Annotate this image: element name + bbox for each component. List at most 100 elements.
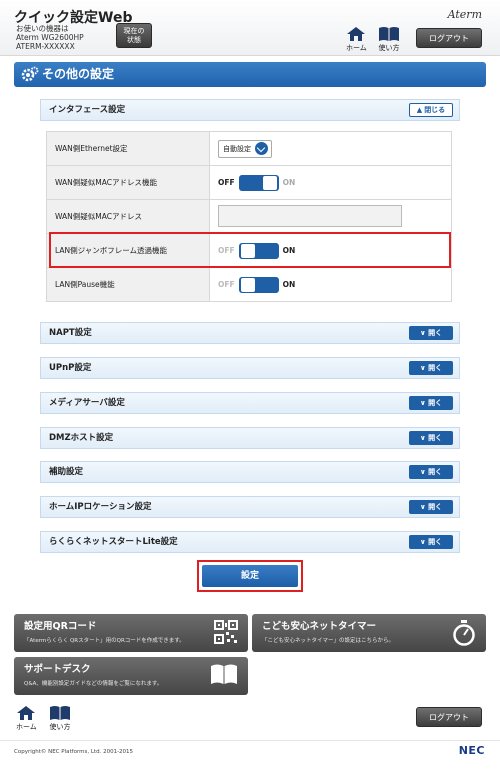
save-highlight-box: 設定 [197,560,303,592]
chevron-down-icon [255,142,268,155]
gear-icon [21,66,39,82]
select-value: 自動設定 [223,144,251,153]
toggle-on-label: ON [282,178,296,187]
interface-section-title: インタフェース設定 [49,105,126,115]
aterm-logo: Aterm [447,8,482,21]
qr-code-icon [214,620,238,644]
device-info: お使いの機器は Aterm WG2600HP ATERM-XXXXXX [16,24,84,51]
toggle-track[interactable] [238,276,279,293]
row-label: WAN側疑似MACアドレス [46,199,210,234]
section-media-server[interactable]: メディアサーバ設定 ∨ 開く [40,392,460,414]
book-icon [50,706,70,720]
open-section-button[interactable]: ∨ 開く [409,431,453,445]
open-label: 開く [428,329,443,337]
table-row: WAN側疑似MACアドレス [46,199,452,234]
footer-home-button[interactable]: ホーム [16,705,37,732]
highlight-box [49,232,451,268]
footer-logout-button[interactable]: ログアウト [416,707,482,727]
chevron-down-icon: ∨ [419,538,426,546]
toggle-off-label: OFF [218,178,235,187]
section-title: NAPT設定 [49,328,92,338]
copyright-text: Copyright© NEC Platforms, Ltd. 2001-2015 [14,749,134,755]
logout-button[interactable]: ログアウト [416,28,482,48]
section-dmz-host[interactable]: DMZホスト設定 ∨ 開く [40,427,460,449]
toggle-off-label: OFF [218,280,235,289]
interface-section-header: インタフェース設定 ▲ 閉じる [40,99,460,121]
open-section-button[interactable]: ∨ 開く [409,396,453,410]
home-nav-button[interactable]: ホーム [346,26,367,53]
device-model: Aterm WG2600HP [16,33,84,42]
current-status-button[interactable]: 現在の 状態 [116,23,152,48]
page-title-bar: その他の設定 [14,62,486,87]
lan-pause-toggle[interactable]: OFF ON [218,276,296,293]
chevron-down-icon: ∨ [419,364,426,372]
row-label: WAN側Ethernet設定 [46,131,210,166]
open-label: 開く [428,434,443,442]
wan-mac-toggle[interactable]: OFF ON [218,174,296,191]
section-title: らくらくネットスタートLite設定 [49,537,178,547]
section-title: UPnP設定 [49,363,92,373]
row-label: WAN側疑似MACアドレス機能 [46,165,210,200]
toggle-knob[interactable] [240,277,255,292]
section-napt[interactable]: NAPT設定 ∨ 開く [40,322,460,344]
book-icon [379,27,399,41]
section-title: ホームIPロケーション設定 [49,502,152,512]
toggle-on-label: ON [282,280,296,289]
device-caption: お使いの機器は [16,24,69,33]
open-section-button[interactable]: ∨ 開く [409,361,453,375]
open-label: 開く [428,399,443,407]
stopwatch-icon [453,620,475,646]
chevron-down-icon: ∨ [419,434,426,442]
nec-logo: NEC [458,744,485,757]
close-label: 閉じる [424,106,446,114]
chevron-down-icon: ∨ [419,468,426,476]
footer-help-button[interactable]: 使い方 [49,705,71,732]
section-auxiliary[interactable]: 補助設定 ∨ 開く [40,461,460,483]
qr-code-tile[interactable]: 設定用QRコード 「Atermらくらく QRスタート」用のQRコードを作成できま… [14,614,248,652]
table-row: LAN側Pause機能 OFF ON [46,267,452,302]
open-section-button[interactable]: ∨ 開く [409,535,453,549]
close-section-button[interactable]: ▲ 閉じる [409,103,453,117]
wan-ethernet-select[interactable]: 自動設定 [218,139,272,158]
home-nav-label: ホーム [346,44,367,52]
support-tile-title: サポートデスク [24,664,91,675]
book-icon [211,664,237,684]
chevron-down-icon: ∨ [419,503,426,511]
qr-tile-desc: 「Atermらくらく QRスタート」用のQRコードを作成できます。 [24,638,185,644]
chevron-down-icon: ∨ [419,399,426,407]
section-upnp[interactable]: UPnP設定 ∨ 開く [40,357,460,379]
page-title: その他の設定 [42,67,115,81]
device-id: ATERM-XXXXXX [16,42,75,51]
status-button-line2: 状態 [127,36,141,44]
kids-net-timer-tile[interactable]: こども安心ネットタイマー 「こども安心ネットタイマー」の設定はこちらから。 [252,614,486,652]
footer-help-label: 使い方 [49,723,71,731]
timer-tile-desc: 「こども安心ネットタイマー」の設定はこちらから。 [262,638,395,644]
row-label: LAN側Pause機能 [46,267,210,302]
open-section-button[interactable]: ∨ 開く [409,500,453,514]
footer-home-label: ホーム [16,723,37,731]
open-section-button[interactable]: ∨ 開く [409,465,453,479]
section-title: 補助設定 [49,467,84,477]
home-icon [17,706,36,720]
timer-tile-title: こども安心ネットタイマー [262,621,377,632]
qr-tile-title: 設定用QRコード [24,621,97,632]
toggle-track[interactable] [238,174,279,191]
save-button[interactable]: 設定 [202,565,298,587]
status-button-line1: 現在の [123,27,145,35]
header-bar: クイック設定Web お使いの機器は Aterm WG2600HP ATERM-X… [0,0,500,56]
open-label: 開く [428,468,443,476]
section-home-ip-location[interactable]: ホームIPロケーション設定 ∨ 開く [40,496,460,518]
home-icon [347,27,366,41]
wan-mac-address-input[interactable] [218,204,402,227]
help-nav-button[interactable]: 使い方 [378,26,400,53]
support-desk-tile[interactable]: サポートデスク Q&A、機能別設定ガイドなどの情報をご覧になれます。 [14,657,248,695]
section-rakuraku-net-start-lite[interactable]: らくらくネットスタートLite設定 ∨ 開く [40,531,460,553]
open-section-button[interactable]: ∨ 開く [409,326,453,340]
help-nav-label: 使い方 [378,44,400,52]
section-title: メディアサーバ設定 [49,398,125,408]
open-label: 開く [428,364,443,372]
table-row: WAN側Ethernet設定 自動設定 [46,131,452,166]
toggle-knob[interactable] [262,175,277,190]
chevron-up-icon: ▲ [416,106,423,114]
footer-divider [0,740,500,741]
